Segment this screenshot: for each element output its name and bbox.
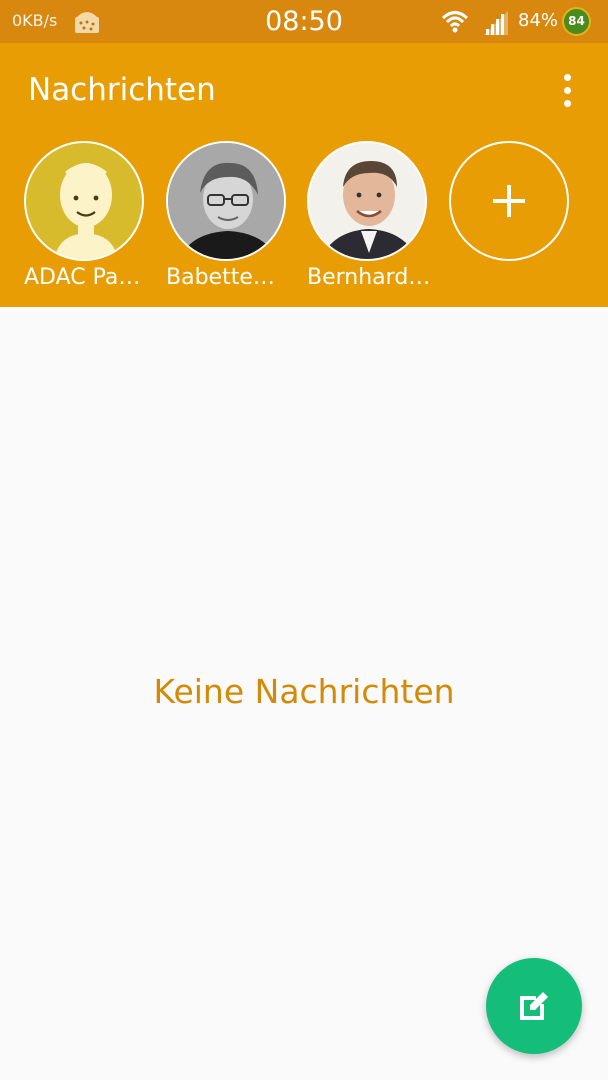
default-person-avatar xyxy=(24,141,144,261)
signal-icon xyxy=(484,11,508,35)
empty-state-message: Keine Nachrichten xyxy=(153,672,455,711)
favorite-contact-adac[interactable]: ADAC Pa… xyxy=(24,141,144,301)
status-bar: 0KB/s 08:50 84% 84 xyxy=(0,0,608,43)
contact-name: ADAC Pa… xyxy=(24,265,141,290)
page-title: Nachrichten xyxy=(28,72,216,108)
contact-name: Babette… xyxy=(166,265,275,290)
photo-avatar xyxy=(307,141,427,261)
photo-avatar xyxy=(166,141,286,261)
wifi-icon xyxy=(441,11,469,33)
more-vert-icon[interactable] xyxy=(552,71,584,111)
battery-percent: 84% xyxy=(518,10,559,31)
favorite-contact-bernhard[interactable]: Bernhard… xyxy=(307,141,430,301)
plus-icon xyxy=(493,185,525,217)
compose-icon xyxy=(520,992,548,1020)
battery-icon: 84 xyxy=(562,7,591,36)
favorite-contact-babette[interactable]: Babette… xyxy=(166,141,286,301)
add-favorite-button[interactable] xyxy=(449,141,569,261)
compose-button[interactable] xyxy=(486,958,582,1054)
clock: 08:50 xyxy=(265,6,343,37)
app-bar: Nachrichten ADAC Pa… Babette… Bernhard… xyxy=(0,43,608,307)
contact-name: Bernhard… xyxy=(307,265,431,290)
